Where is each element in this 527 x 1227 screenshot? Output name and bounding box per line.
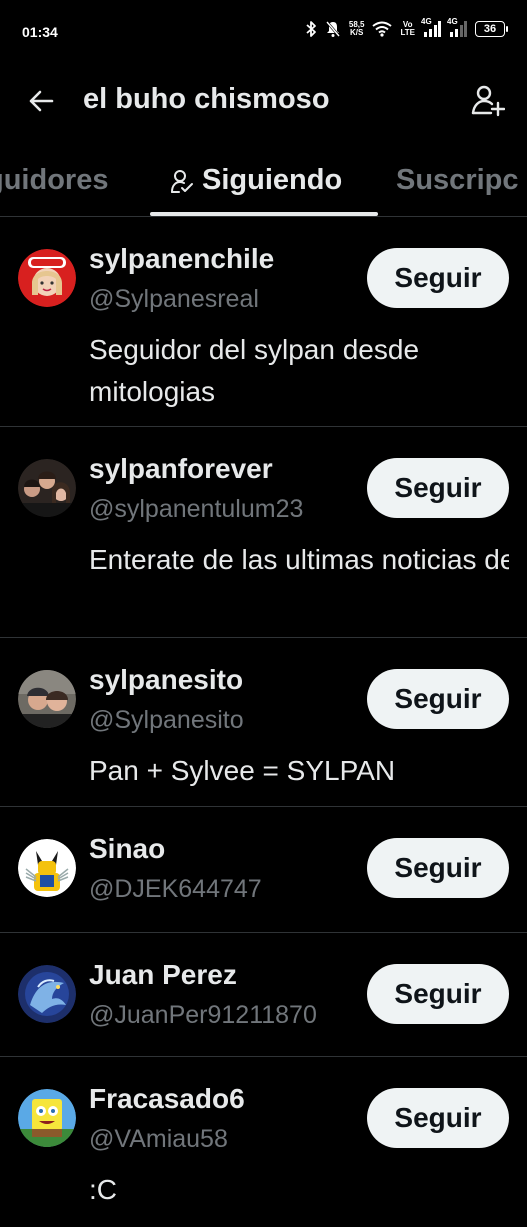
user-name[interactable]: Fracasado6 xyxy=(89,1083,245,1115)
tab-followers[interactable]: guidores xyxy=(0,164,108,197)
avatar-dragon[interactable] xyxy=(18,965,76,1023)
user-handle: @Sylpanesreal xyxy=(89,285,259,313)
avatar-wolverine[interactable] xyxy=(18,839,76,897)
network-speed-unit: K/S xyxy=(350,28,364,37)
avatar-rapiditas[interactable] xyxy=(18,249,76,307)
battery-level: 36 xyxy=(483,23,497,35)
tab-following[interactable]: Siguiendo xyxy=(170,164,342,197)
active-tab-indicator xyxy=(150,212,378,216)
battery-icon: 36 xyxy=(475,21,508,37)
user-handle: @JuanPer91211870 xyxy=(89,1001,317,1029)
follow-button[interactable]: Seguir xyxy=(367,838,509,898)
follow-button[interactable]: Seguir xyxy=(367,1088,509,1148)
mute-icon xyxy=(325,20,341,38)
tab-bar: guidores Siguiendo Suscripc xyxy=(0,146,527,217)
network-type-1: 4G xyxy=(421,17,432,26)
top-app-bar: el buho chismoso xyxy=(0,66,527,136)
page-title: el buho chismoso xyxy=(83,83,330,115)
following-list: sylpanenchile @Sylpanesreal Seguidor del… xyxy=(0,217,527,1227)
follow-button[interactable]: Seguir xyxy=(367,669,509,729)
user-bio: Pan + Sylvee = SYLPAN xyxy=(89,755,396,786)
user-handle: @VAmiau58 xyxy=(89,1125,228,1153)
user-name[interactable]: Juan Perez xyxy=(89,959,237,991)
user-row[interactable]: sylpanenchile @Sylpanesreal Seguidor del… xyxy=(0,217,527,427)
user-handle: @DJEK644747 xyxy=(89,875,262,903)
status-icons: 58,5 K/S Vo LTE 4G 4G 36 xyxy=(305,17,508,38)
user-row[interactable]: sylpanforever @sylpanentulum23 Enterate … xyxy=(0,427,527,638)
user-row[interactable]: Fracasado6 @VAmiau58 :C Seguir xyxy=(0,1057,527,1227)
follow-button[interactable]: Seguir xyxy=(367,458,509,518)
follow-button[interactable]: Seguir xyxy=(367,964,509,1024)
signal-icon: 4G xyxy=(447,17,467,37)
follow-button[interactable]: Seguir xyxy=(367,248,509,308)
user-name[interactable]: Sinao xyxy=(89,833,165,865)
signal-icon: 4G xyxy=(421,17,441,37)
volte-indicator: Vo LTE xyxy=(400,21,415,37)
user-handle: @sylpanentulum23 xyxy=(89,495,304,523)
tab-subscriptions[interactable]: Suscripc xyxy=(396,164,519,197)
arrow-left-icon[interactable] xyxy=(26,86,56,116)
person-check-icon xyxy=(170,168,194,194)
add-person-icon[interactable] xyxy=(471,83,506,117)
user-name[interactable]: sylpanesito xyxy=(89,664,243,696)
user-name[interactable]: sylpanforever xyxy=(89,453,273,485)
network-type-2: 4G xyxy=(447,17,458,26)
user-bio: Seguidor del sylpan desde mitologias xyxy=(89,334,420,407)
user-handle: @Sylpanesito xyxy=(89,706,244,734)
wifi-icon xyxy=(372,21,393,37)
user-row[interactable]: Sinao @DJEK644747 Seguir xyxy=(0,807,527,933)
user-bio: Enterate de las ultimas noticias del syl… xyxy=(89,544,509,575)
user-name[interactable]: sylpanenchile xyxy=(89,243,274,275)
avatar-couple-photo[interactable] xyxy=(18,670,76,728)
status-time: 01:34 xyxy=(22,24,58,40)
avatar-group-photo[interactable] xyxy=(18,459,76,517)
status-bar: 01:34 58,5 K/S Vo LTE 4G 4G 36 xyxy=(0,0,527,66)
user-row[interactable]: sylpanesito @Sylpanesito Pan + Sylvee = … xyxy=(0,638,527,807)
user-row[interactable]: Juan Perez @JuanPer91211870 Seguir xyxy=(0,933,527,1057)
bluetooth-icon xyxy=(305,20,317,38)
avatar-spongebob[interactable] xyxy=(18,1089,76,1147)
network-speed: 58,5 K/S xyxy=(349,21,365,37)
volte-bottom: LTE xyxy=(400,28,415,37)
user-bio: :C xyxy=(89,1174,117,1205)
tab-following-label: Siguiendo xyxy=(202,164,343,196)
